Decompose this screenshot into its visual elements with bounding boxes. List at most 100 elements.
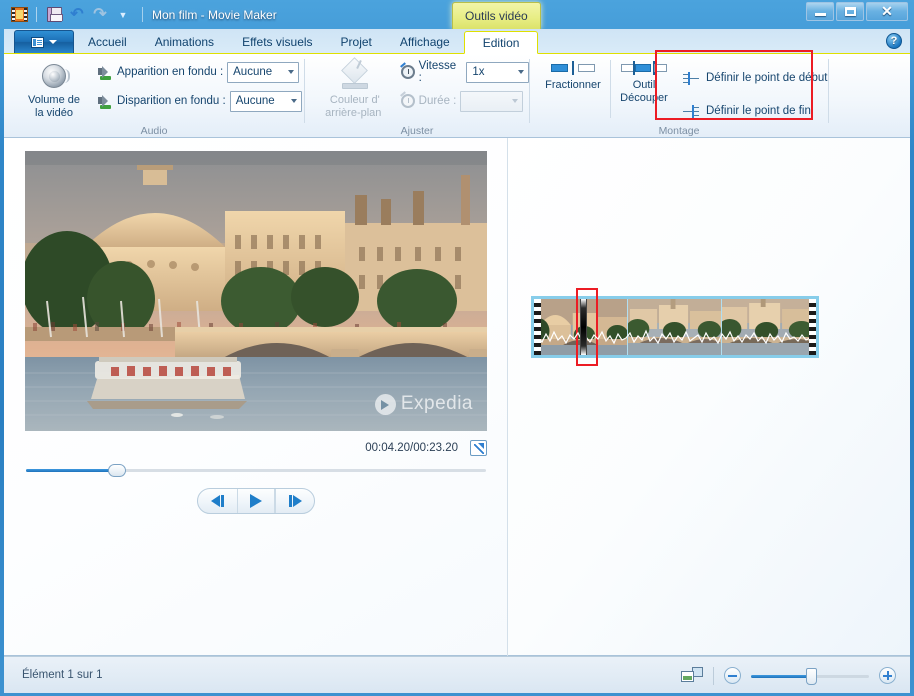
- chevron-down-icon: [288, 70, 295, 74]
- trim-tool-label-line2: Découper: [620, 92, 668, 105]
- title-divider: [142, 7, 143, 22]
- set-start-point-label: Définir le point de début: [706, 72, 828, 84]
- window-title: Mon film - Movie Maker: [152, 7, 277, 22]
- speed-value: 1x: [472, 66, 485, 78]
- tab-affichage[interactable]: Affichage: [386, 30, 464, 53]
- tab-edition[interactable]: Edition: [463, 31, 539, 54]
- video-preview[interactable]: Expedia: [25, 151, 487, 431]
- ribbon-group-audio: Volume de la vidéo Apparition en fondu :…: [4, 54, 304, 138]
- previous-frame-icon: [210, 495, 220, 507]
- save-icon[interactable]: [44, 5, 64, 25]
- storyboard-view-icon[interactable]: [681, 667, 703, 684]
- tab-effets-visuels[interactable]: Effets visuels: [228, 30, 326, 53]
- file-menu-button[interactable]: [14, 30, 74, 53]
- maximize-button[interactable]: [836, 2, 864, 21]
- next-frame-icon: [292, 495, 302, 507]
- inner-separator: [610, 60, 611, 118]
- fade-out-row: Disparition en fondu : Aucune: [98, 89, 302, 113]
- speed-dropdown[interactable]: 1x: [466, 61, 529, 83]
- timecode-display: 00:04.20/00:23.20: [365, 442, 458, 454]
- trim-tool-button[interactable]: Outil Découper: [615, 58, 673, 106]
- chevron-down-icon: [290, 99, 297, 103]
- set-end-point-button[interactable]: Définir le point de fin: [675, 98, 827, 124]
- set-start-point-button[interactable]: Définir le point de début: [675, 65, 827, 91]
- group-label-adjust: Ajuster: [400, 124, 434, 137]
- background-color-label-line1: Couleur d': [329, 94, 380, 106]
- set-start-point-icon: [683, 71, 699, 85]
- speed-row: Vitesse : 1x: [400, 60, 529, 84]
- speaker-icon: [38, 61, 70, 91]
- window-controls: ✕: [806, 2, 908, 21]
- chevron-down-icon: [49, 40, 57, 44]
- preview-pane: Expedia 00:04.20/00:23.20: [4, 138, 507, 656]
- zoom-thumb[interactable]: [806, 667, 817, 685]
- zoom-in-button[interactable]: [879, 667, 896, 684]
- video-watermark: Expedia: [374, 393, 473, 415]
- timecode-row: 00:04.20/00:23.20: [25, 438, 487, 458]
- fullscreen-icon[interactable]: [470, 440, 487, 456]
- trim-icon: [621, 61, 667, 75]
- duration-clock-icon: [400, 94, 415, 108]
- fade-in-dropdown[interactable]: Aucune: [227, 61, 300, 83]
- film-perforation-right: [809, 299, 816, 355]
- group-separator: [828, 59, 829, 123]
- seek-thumb[interactable]: [108, 464, 126, 477]
- ribbon-tab-strip: Accueil Animations Effets visuels Projet…: [4, 29, 910, 54]
- zoom-progress: [751, 674, 811, 678]
- fade-out-value: Aucune: [235, 95, 275, 107]
- zoom-slider[interactable]: [751, 667, 869, 685]
- expedia-logo-icon: [374, 393, 396, 415]
- fade-in-label: Apparition en fondu :: [117, 66, 224, 78]
- qat-divider: [36, 7, 37, 22]
- contextual-tab-group-label: Outils vidéo: [465, 9, 528, 23]
- minimize-button[interactable]: [806, 2, 834, 21]
- help-icon[interactable]: ?: [886, 33, 902, 49]
- app-menu-icon[interactable]: [9, 5, 29, 25]
- video-frame-image: [25, 151, 487, 431]
- duration-row: Durée :: [400, 89, 529, 113]
- transport-controls: [197, 488, 315, 514]
- seek-slider[interactable]: [26, 460, 486, 480]
- tab-projet[interactable]: Projet: [327, 30, 386, 53]
- group-label-editing: Montage: [658, 125, 700, 137]
- set-end-point-label: Définir le point de fin: [706, 105, 811, 117]
- close-icon: ✕: [881, 3, 893, 19]
- video-volume-button[interactable]: Volume de la vidéo: [18, 58, 90, 121]
- ribbon: Accueil Animations Effets visuels Projet…: [4, 29, 910, 138]
- speed-label: Vitesse :: [418, 60, 457, 84]
- set-end-point-icon: [683, 104, 699, 118]
- storyboard-clip[interactable]: [531, 296, 819, 358]
- background-color-button[interactable]: Couleur d' arrière-plan: [315, 57, 395, 121]
- film-perforation-left: [534, 299, 541, 355]
- movie-maker-window: ↶ ↷ ▼ Mon film - Movie Maker Outils vidé…: [0, 0, 914, 696]
- main-content: Expedia 00:04.20/00:23.20: [4, 138, 910, 656]
- trim-tool-label-line1: Outil: [632, 79, 656, 91]
- zoom-out-button[interactable]: [724, 667, 741, 684]
- video-volume-label-line1: Volume de: [28, 94, 80, 106]
- title-bar: ↶ ↷ ▼ Mon film - Movie Maker Outils vidé…: [4, 0, 910, 29]
- previous-frame-button[interactable]: [198, 489, 237, 513]
- ribbon-group-editing: Fractionner Outil Découper Définir le po…: [530, 54, 828, 138]
- tab-accueil[interactable]: Accueil: [74, 30, 141, 53]
- file-menu-icon: [31, 36, 44, 48]
- duration-dropdown[interactable]: [460, 90, 524, 112]
- fade-out-dropdown[interactable]: Aucune: [229, 90, 302, 112]
- split-label: Fractionner: [545, 79, 601, 91]
- ribbon-group-adjust: Couleur d' arrière-plan Vitesse : 1x Dur…: [305, 54, 529, 138]
- customize-qat-icon[interactable]: ▼: [113, 5, 133, 25]
- split-button[interactable]: Fractionner: [540, 58, 606, 92]
- quick-access-toolbar: ↶ ↷ ▼: [4, 4, 143, 26]
- contextual-tab-group-video-tools: Outils vidéo: [452, 2, 541, 29]
- timeline-playhead[interactable]: [580, 299, 587, 355]
- next-frame-button[interactable]: [275, 489, 314, 513]
- play-button[interactable]: [236, 489, 276, 513]
- status-bar-right: [681, 657, 896, 694]
- status-divider: [713, 666, 714, 685]
- paint-bucket-icon: [338, 57, 372, 91]
- undo-icon[interactable]: ↶: [67, 5, 87, 25]
- storyboard-pane[interactable]: [508, 138, 910, 655]
- tab-animations[interactable]: Animations: [141, 30, 228, 53]
- close-button[interactable]: ✕: [866, 2, 908, 21]
- redo-icon[interactable]: ↷: [90, 5, 110, 25]
- chevron-down-icon: [518, 70, 524, 74]
